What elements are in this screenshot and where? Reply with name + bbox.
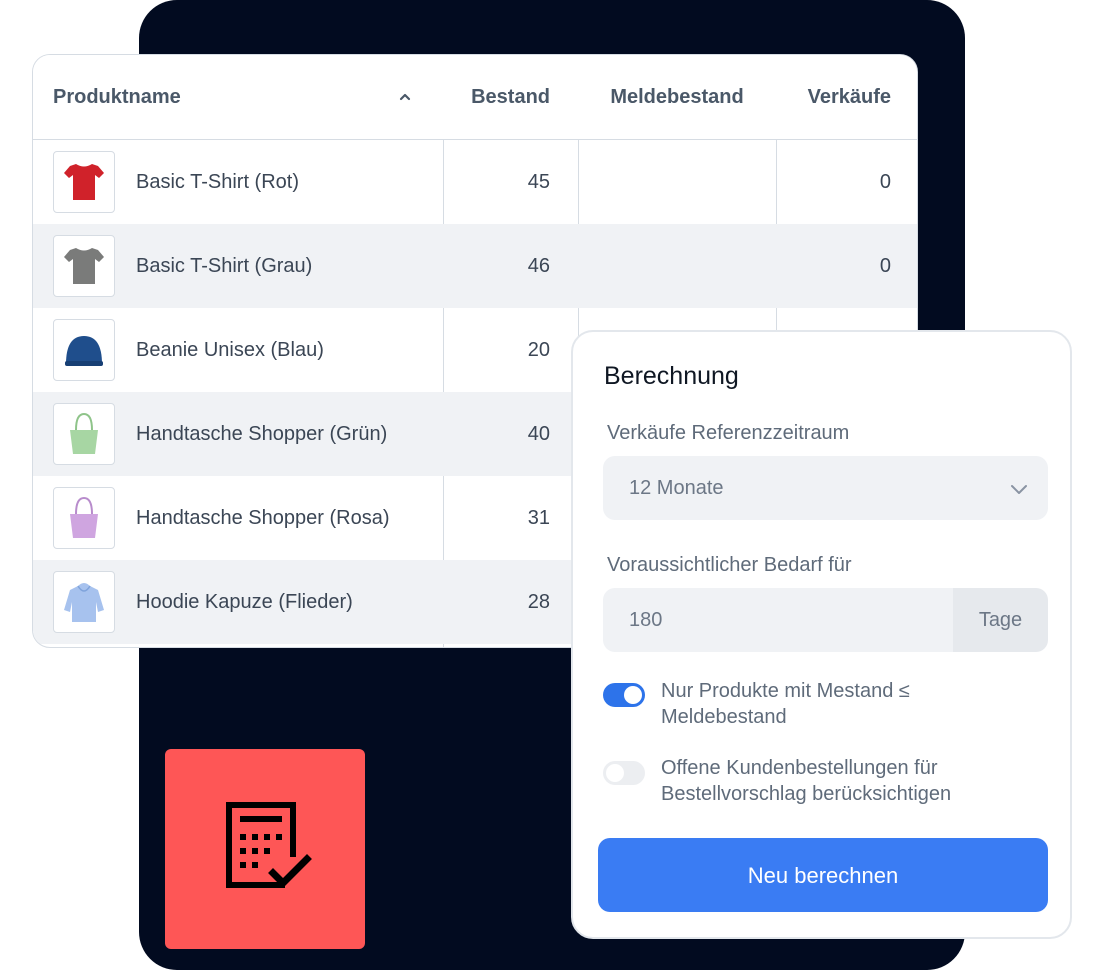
bestand-value: 31 [527,507,550,529]
tshirt-icon [64,248,104,284]
bestand-value: 28 [527,591,550,613]
hoodie-icon [64,583,104,622]
bestand-value: 20 [527,339,550,361]
demand-days-value: 180 [629,609,663,631]
product-thumbnail [53,571,115,633]
toggle-open-orders[interactable] [603,761,645,785]
chevron-up-icon[interactable] [395,87,415,107]
column-header-verkaeufe[interactable]: Verkäufe [777,55,891,139]
toggle-open-orders-label: Offene Kundenbestellungen für Bestellvor… [661,757,952,805]
reference-period-value: 12 Monate [629,477,724,499]
table-row[interactable]: Basic T-Shirt (Grau) 46 0 [33,224,917,308]
product-name: Handtasche Shopper (Rosa) [136,507,390,529]
table-row[interactable]: Basic T-Shirt (Rot) 45 0 [33,140,917,224]
panel-title: Berechnung [604,362,739,390]
calculator-check-icon [226,802,312,888]
product-thumbnail [53,319,115,381]
column-header-produktname[interactable]: Produktname [53,55,181,139]
column-header-bestand[interactable]: Bestand [444,55,550,139]
tote-bag-icon [70,412,98,454]
product-thumbnail [53,487,115,549]
chevron-down-icon [1011,485,1027,494]
product-thumbnail [53,235,115,297]
product-name: Handtasche Shopper (Grün) [136,423,388,445]
bestand-value: 45 [527,171,550,193]
product-name: Basic T-Shirt (Rot) [136,171,299,193]
recalculate-button[interactable]: Neu berechnen [598,838,1048,912]
column-header-meldebestand[interactable]: Meldebestand [579,55,775,139]
beanie-icon [65,336,103,366]
demand-unit-suffix: Tage [953,588,1048,652]
calculator-tile [165,749,365,949]
product-name: Hoodie Kapuze (Flieder) [136,591,353,613]
demand-days-input[interactable]: 180 [603,588,953,652]
verkaeufe-value: 0 [879,255,891,277]
reference-period-select[interactable]: 12 Monate [603,456,1048,520]
product-name: Basic T-Shirt (Grau) [136,255,313,277]
demand-label: Voraussichtlicher Bedarf für [607,554,852,576]
product-thumbnail [53,151,115,213]
bestand-value: 46 [527,255,550,277]
toggle-knob [606,764,624,782]
toggle-knob [624,686,642,704]
berechnung-panel: Berechnung Verkäufe Referenzzeitraum 12 … [571,330,1072,939]
tshirt-icon [64,164,104,200]
table-header: Produktname Bestand Meldebestand Verkäuf… [33,55,917,140]
product-name: Beanie Unisex (Blau) [136,339,324,361]
reference-period-label: Verkäufe Referenzzeitraum [607,422,850,444]
tote-bag-icon [70,496,98,538]
product-thumbnail [53,403,115,465]
bestand-value: 40 [527,423,550,445]
verkaeufe-value: 0 [879,171,891,193]
toggle-only-below-meldebestand-label: Nur Produkte mit Mestand ≤ Meldebestand [661,680,910,728]
toggle-only-below-meldebestand[interactable] [603,683,645,707]
